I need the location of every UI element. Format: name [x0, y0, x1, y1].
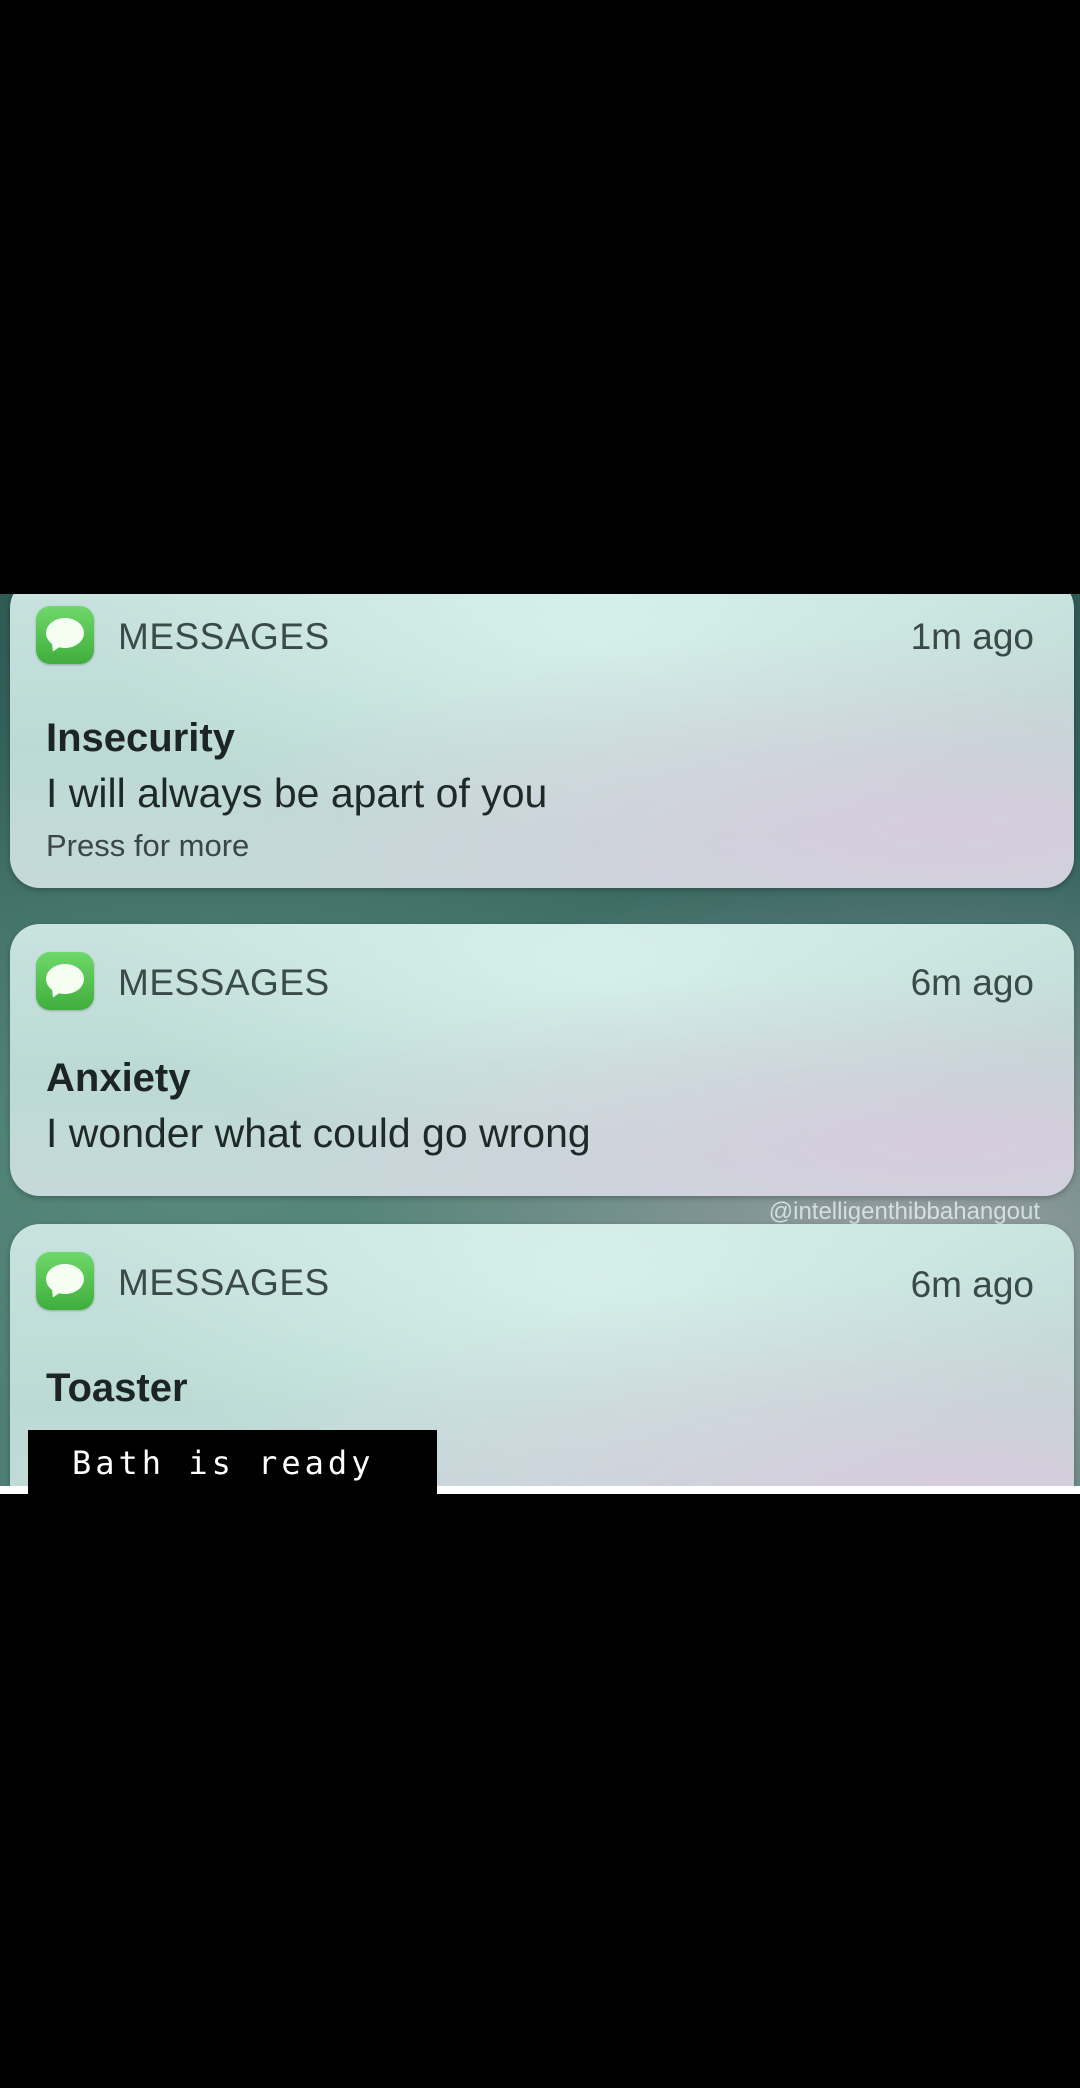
messages-app-icon — [36, 952, 94, 1010]
notification-card[interactable]: MESSAGES 1m ago Insecurity I will always… — [10, 594, 1074, 888]
press-for-more-hint: Press for more — [46, 828, 250, 863]
notification-time: 6m ago — [910, 1264, 1034, 1305]
notification-body: I wonder what could go wrong — [46, 1110, 591, 1156]
notification-sender: Toaster — [46, 1366, 188, 1410]
watermark: @intelligenthibbahangout — [768, 1198, 1040, 1225]
notification-sender: Insecurity — [46, 716, 235, 760]
app-name: MESSAGES — [118, 962, 330, 1003]
caption-text: Bath is ready — [72, 1444, 375, 1482]
notification-screenshot: MESSAGES 1m ago Insecurity I will always… — [0, 594, 1080, 1486]
notification-body: I will always be apart of you — [46, 770, 548, 816]
caption-box: Bath is ready — [28, 1430, 437, 1496]
notification-sender: Anxiety — [46, 1056, 191, 1100]
messages-app-icon — [36, 1252, 94, 1310]
notification-card[interactable]: MESSAGES 6m ago Anxiety I wonder what co… — [10, 924, 1074, 1196]
notification-time: 1m ago — [910, 616, 1034, 657]
app-name: MESSAGES — [118, 616, 330, 657]
messages-app-icon — [36, 606, 94, 664]
notification-time: 6m ago — [910, 962, 1034, 1003]
app-name: MESSAGES — [118, 1262, 330, 1303]
